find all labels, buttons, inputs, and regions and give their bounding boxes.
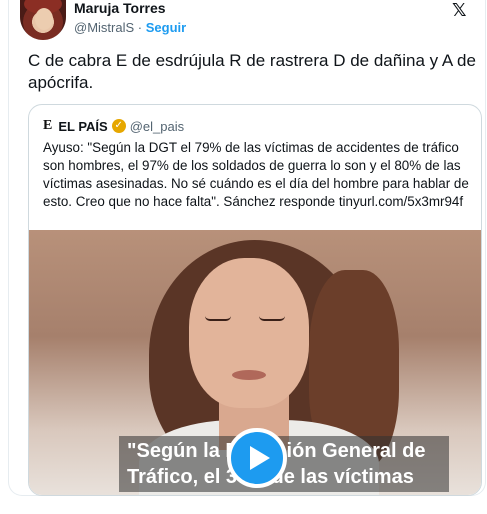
meta-separator: · [137, 20, 143, 35]
verified-badge-icon: ✓ [111, 119, 126, 133]
author-name[interactable]: Maruja Torres [74, 0, 166, 16]
tweet-text: C de cabra E de esdrújula R de rastrera … [28, 51, 476, 92]
x-logo-icon[interactable]: 𝕏 [452, 0, 467, 21]
play-button[interactable] [227, 428, 287, 488]
thumbnail-lips [232, 370, 266, 380]
avatar-face [35, 8, 53, 30]
author-handle[interactable]: @MistralS [74, 20, 134, 35]
follow-button[interactable]: Seguir [146, 20, 186, 35]
thumbnail-face [189, 258, 309, 408]
author-meta: @MistralS · Seguir [74, 20, 186, 35]
el-pais-logo-icon: E [43, 118, 53, 133]
quoted-text: Ayuso: "Según la DGT el 79% de las vícti… [43, 140, 469, 209]
thumbnail-eye-left [205, 316, 231, 321]
quoted-author-name[interactable]: EL PAÍS [58, 119, 107, 134]
quoted-header: E EL PAÍS ✓ @el_pais [43, 117, 184, 135]
quoted-author-handle[interactable]: @el_pais [130, 119, 184, 134]
quoted-tweet[interactable]: E EL PAÍS ✓ @el_pais Ayuso: "Según la DG… [28, 104, 482, 496]
thumbnail-eye-right [259, 316, 285, 321]
play-icon [249, 446, 270, 470]
video-thumbnail[interactable]: "Según la Dirección General de Tráfico, … [29, 230, 481, 495]
